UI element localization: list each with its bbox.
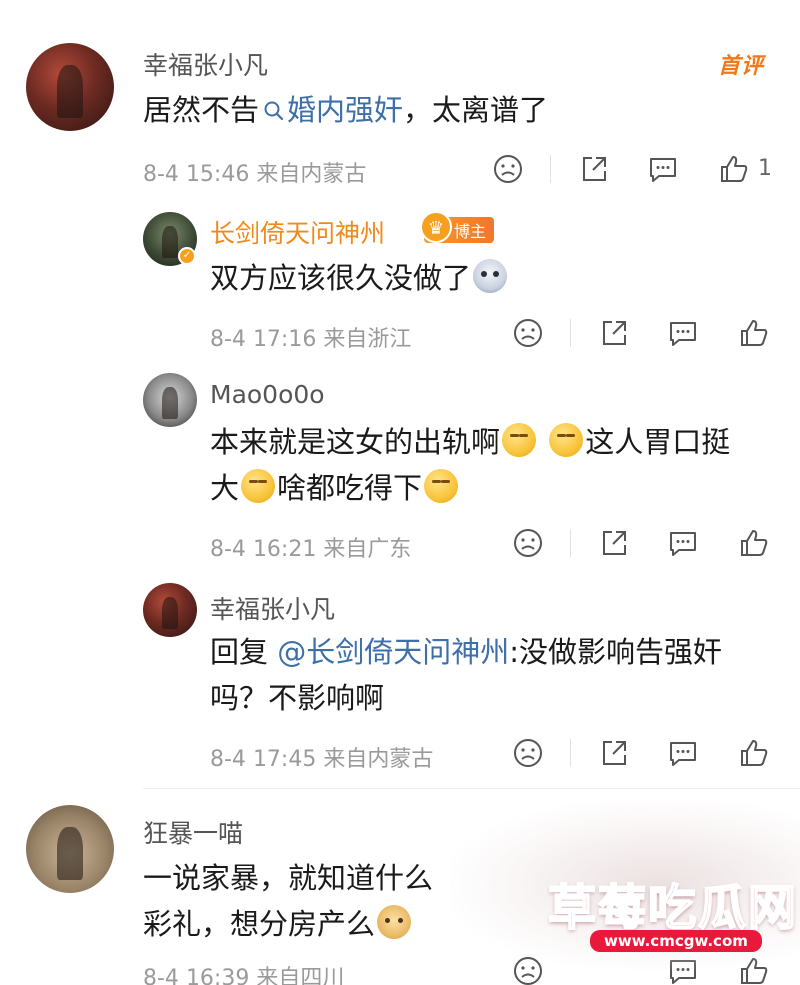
comment-icon[interactable]	[667, 317, 699, 349]
share-icon[interactable]	[598, 527, 630, 559]
dislike-face-icon[interactable]	[492, 153, 524, 185]
smirk-emoji-icon	[424, 469, 459, 503]
divider	[570, 529, 571, 557]
dislike-face-icon[interactable]	[512, 317, 544, 349]
watermark-url: www.cmcgw.com	[590, 930, 762, 952]
reply-meta: 8-4 17:45 来自内蒙古	[210, 747, 434, 772]
comment-username[interactable]: 狂暴一喵	[143, 814, 243, 850]
reply-text-line2: 大啥都吃得下	[210, 466, 460, 510]
reply-text-line1: 回复 @长剑倚天问神州:没做影响告强奸	[210, 635, 723, 669]
comment-meta: 8-4 16:39 来自四川	[143, 966, 345, 985]
smirk-emoji-icon	[549, 423, 584, 457]
comment-icon[interactable]	[667, 737, 699, 769]
reply-username[interactable]: 长剑倚天问神州	[210, 214, 385, 250]
reply-text: 双方应该很久没做了	[210, 256, 509, 300]
like-count: 1	[758, 156, 772, 181]
reply-username[interactable]: 幸福张小凡	[210, 590, 335, 626]
divider	[550, 155, 551, 183]
avatar[interactable]	[143, 583, 197, 637]
avatar[interactable]	[26, 43, 114, 131]
first-comment-badge: 首评	[718, 54, 765, 79]
comment-meta: 8-4 15:46 来自内蒙古	[143, 162, 367, 187]
divider	[143, 788, 800, 789]
share-icon[interactable]	[598, 317, 630, 349]
reply-text-line1: 本来就是这女的出轨啊 这人胃口挺	[210, 423, 731, 459]
share-icon[interactable]	[578, 153, 610, 185]
comment-username[interactable]: 幸福张小凡	[143, 46, 268, 82]
husky-emoji-icon	[473, 259, 508, 293]
divider	[570, 739, 571, 767]
avatar[interactable]	[143, 373, 197, 427]
reply-meta: 8-4 16:21 来自广东	[210, 537, 412, 562]
like-thumb-icon[interactable]	[738, 317, 770, 349]
dislike-face-icon[interactable]	[512, 955, 544, 985]
watermark-logo: 草莓吃瓜网	[547, 879, 799, 937]
comment-icon[interactable]	[667, 527, 699, 559]
smirk-emoji-icon	[241, 469, 276, 503]
comment-icon[interactable]	[647, 153, 679, 185]
smirk-emoji-icon	[502, 423, 537, 457]
blogger-badge: ♛ 博主	[420, 211, 495, 243]
comment-text-line1: 一说家暴，就知道什么	[143, 861, 434, 895]
search-icon	[264, 101, 284, 121]
comment-icon[interactable]	[667, 955, 699, 985]
comment-text: 居然不告 婚内强奸，太离谱了	[143, 93, 549, 127]
like-thumb-icon[interactable]	[738, 955, 770, 985]
avatar[interactable]	[26, 805, 114, 893]
reply-username[interactable]: Mao0o0o	[210, 380, 325, 409]
search-tag-link[interactable]: 婚内强奸	[259, 93, 403, 127]
verified-icon: ✓	[178, 247, 196, 265]
dislike-face-icon[interactable]	[512, 527, 544, 559]
dislike-face-icon[interactable]	[512, 737, 544, 769]
like-thumb-icon[interactable]	[738, 737, 770, 769]
like-thumb-icon[interactable]	[738, 527, 770, 559]
crown-icon: ♛	[420, 211, 452, 243]
doge-emoji-icon	[377, 905, 412, 939]
reply-meta: 8-4 17:16 来自浙江	[210, 327, 412, 352]
comment-text-line2: 彩礼，想分房产么	[143, 902, 413, 946]
divider	[570, 319, 571, 347]
reply-text-line2: 吗？不影响啊	[210, 681, 385, 715]
share-icon[interactable]	[598, 737, 630, 769]
like-thumb-icon[interactable]	[718, 153, 750, 185]
mention-link[interactable]: @长剑倚天问神州	[277, 635, 509, 669]
